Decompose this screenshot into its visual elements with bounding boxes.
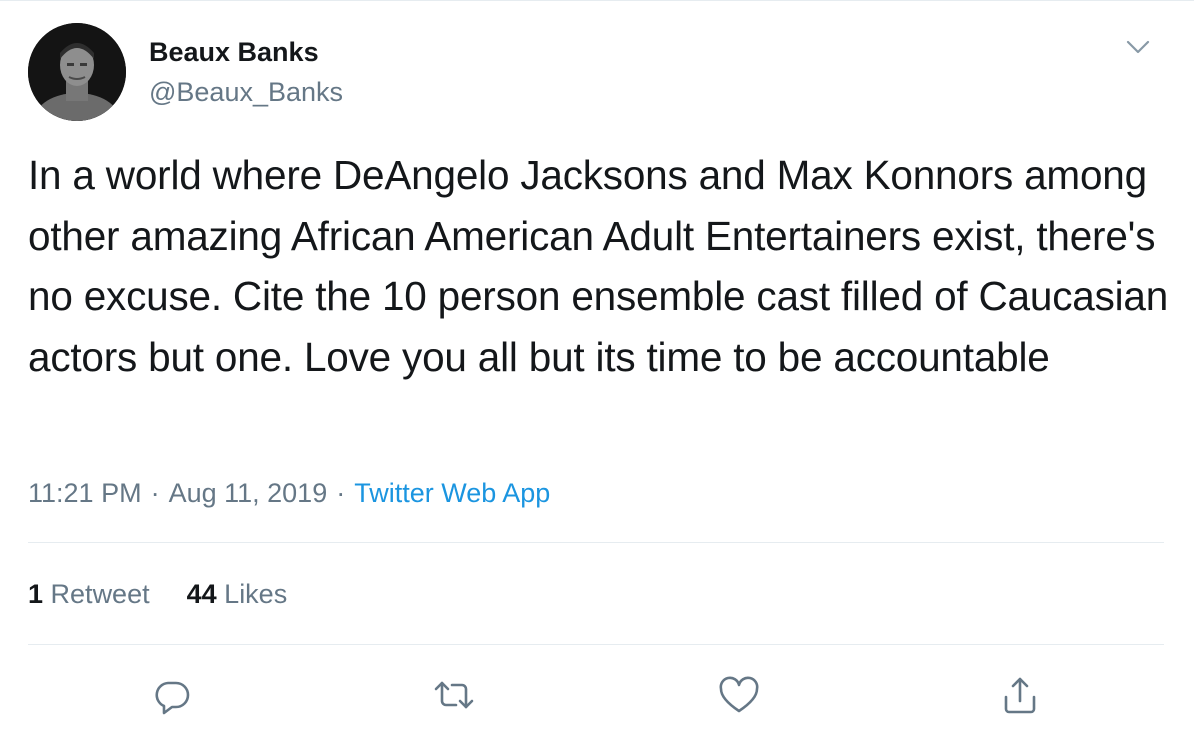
divider [28, 644, 1164, 645]
retweets-stat[interactable]: 1 Retweet [28, 576, 150, 612]
retweets-label: Retweet [50, 579, 150, 609]
retweet-icon [434, 681, 474, 709]
share-button[interactable] [996, 671, 1044, 719]
likes-stat[interactable]: 44 Likes [187, 576, 288, 612]
tweet-source-link[interactable]: Twitter Web App [354, 478, 550, 508]
heart-icon [719, 676, 759, 713]
reply-icon [155, 681, 190, 715]
more-options-button[interactable] [1122, 31, 1154, 63]
tweet-date[interactable]: Aug 11, 2019 [169, 478, 328, 508]
tweet-actions [0, 665, 1194, 721]
retweets-count: 1 [28, 579, 44, 609]
avatar[interactable] [28, 23, 126, 121]
tweet-time[interactable]: 11:21 PM [28, 478, 142, 508]
retweet-button[interactable] [430, 671, 478, 719]
tweet-header: Beaux Banks @Beaux_Banks [28, 23, 1168, 123]
chevron-down-icon [1126, 40, 1150, 54]
divider [28, 542, 1164, 543]
tweet-text: In a world where DeAngelo Jacksons and M… [28, 152, 1180, 380]
share-icon [1004, 677, 1036, 714]
tweet-card: Beaux Banks @Beaux_Banks In a world wher… [0, 0, 1194, 732]
like-button[interactable] [715, 671, 763, 719]
tweet-stats: 1 Retweet 44 Likes [28, 576, 287, 612]
likes-count: 44 [186, 579, 217, 609]
user-display-name[interactable]: Beaux Banks [149, 35, 319, 69]
likes-label: Likes [224, 579, 288, 609]
separator-dot: · [336, 478, 346, 508]
reply-button[interactable] [148, 671, 196, 719]
separator-dot: · [150, 478, 160, 508]
tweet-metadata: 11:21 PM · Aug 11, 2019 · Twitter Web App [28, 475, 550, 511]
avatar-image [28, 23, 126, 121]
user-handle[interactable]: @Beaux_Banks [149, 75, 343, 109]
